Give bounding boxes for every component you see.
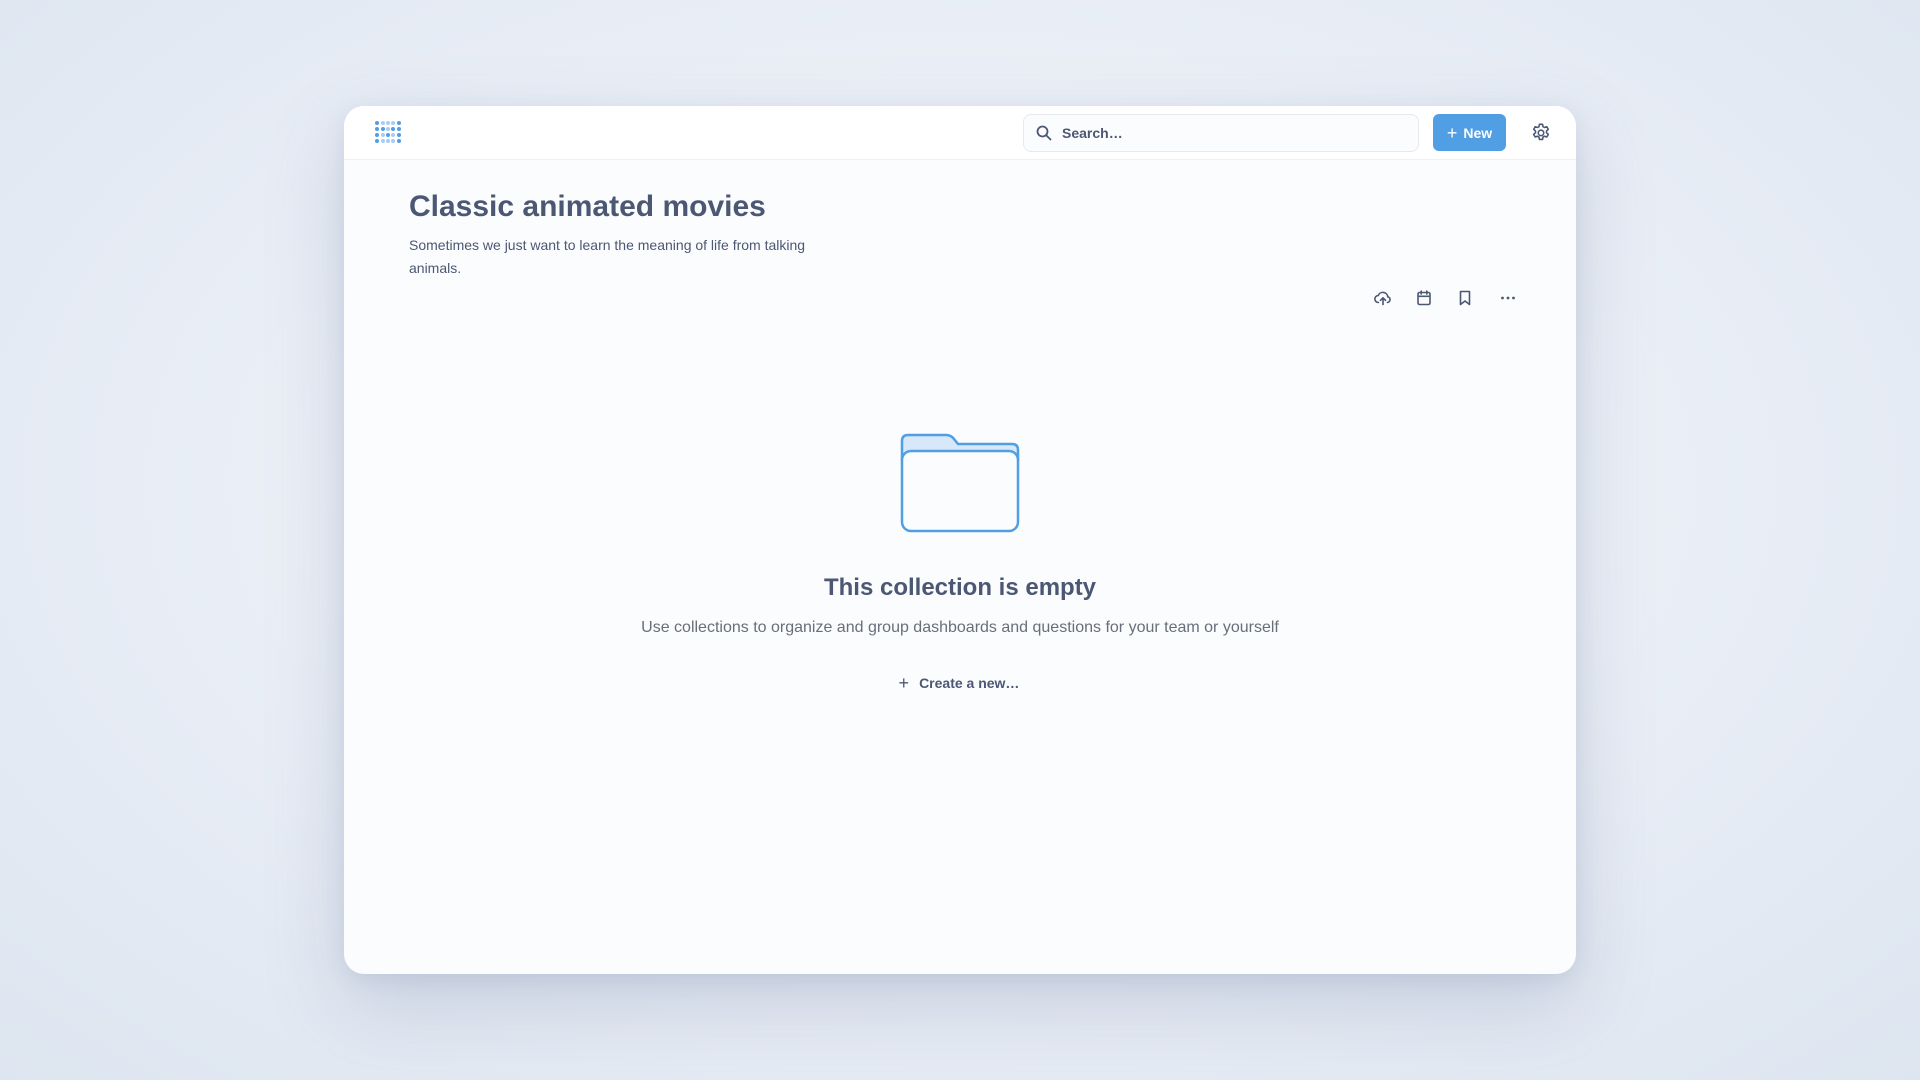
bookmark-icon	[1459, 290, 1471, 306]
empty-state-title: This collection is empty	[823, 574, 1097, 601]
more-icon	[1501, 296, 1515, 300]
metabase-logo-icon[interactable]	[374, 120, 402, 146]
search-icon	[1036, 125, 1052, 141]
plus-icon: +	[1446, 122, 1458, 143]
create-new-button[interactable]: + Create a new…	[886, 663, 1032, 703]
folder-icon	[900, 433, 1020, 533]
upload-button[interactable]	[1371, 286, 1395, 310]
upload-icon	[1374, 291, 1391, 306]
new-button[interactable]: + New	[1433, 114, 1506, 151]
empty-state-subtitle: Use collections to organize and group da…	[641, 619, 1279, 636]
more-button[interactable]	[1496, 286, 1520, 310]
search-input[interactable]	[1062, 125, 1402, 141]
search-bar[interactable]	[1023, 114, 1419, 152]
top-navbar: + New	[344, 106, 1576, 160]
create-new-label: Create a new…	[919, 675, 1020, 691]
collection-description: Sometimes we just want to learn the mean…	[409, 237, 806, 276]
page-title: Classic animated movies	[409, 190, 766, 223]
calendar-icon	[1417, 290, 1431, 306]
calendar-button[interactable]	[1412, 286, 1436, 310]
bookmark-button[interactable]	[1453, 286, 1477, 310]
plus-icon: +	[898, 673, 910, 693]
app-window: + New Classic animated movies Sometimes …	[344, 106, 1576, 974]
new-button-label: New	[1463, 124, 1493, 141]
gear-icon[interactable]	[1530, 122, 1552, 144]
